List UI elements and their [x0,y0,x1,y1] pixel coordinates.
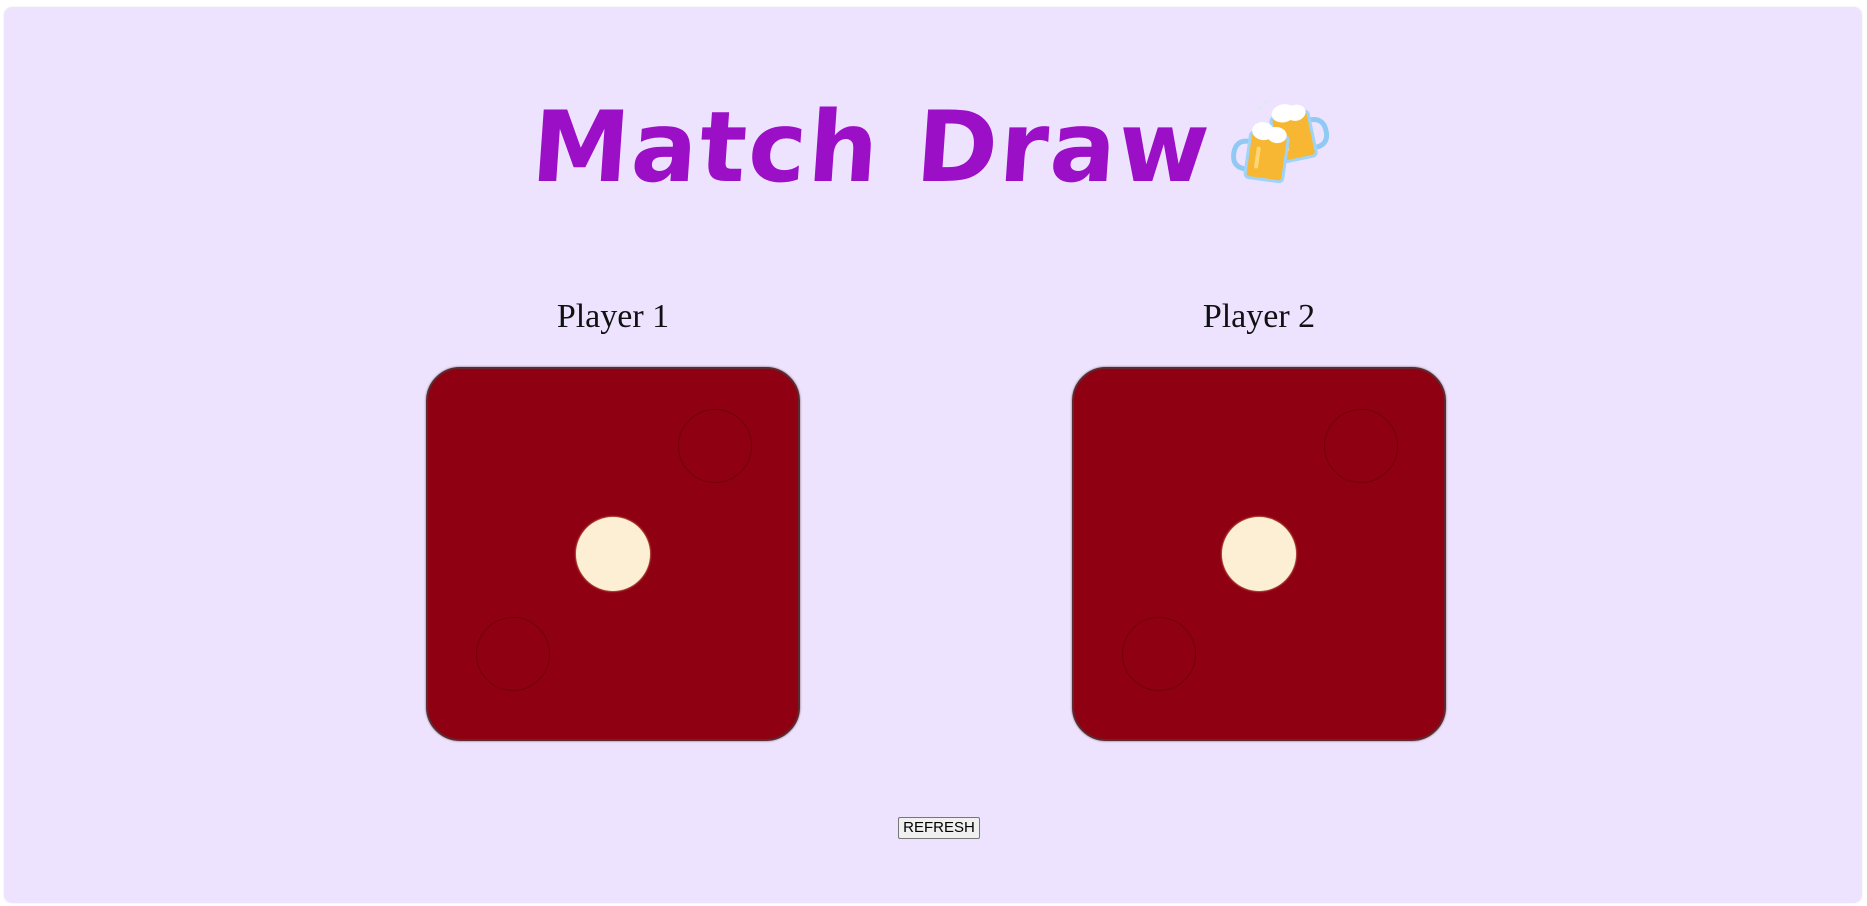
beer-mugs-icon [1230,94,1334,194]
title-row: Match Draw [4,91,1862,219]
player-2-panel: Player 2 [1072,297,1446,741]
player-2-label: Player 2 [1202,298,1316,335]
die-ghost-pip [1324,409,1398,483]
die-ghost-pip [1122,617,1196,691]
die-pip [576,517,650,591]
die-ghost-pip [476,617,550,691]
refresh-button[interactable]: REFRESH [898,817,980,839]
die-pip [1222,517,1296,591]
player-1-panel: Player 1 [426,297,800,741]
player-1-label: Player 1 [556,298,670,335]
player-2-die [1072,367,1446,741]
game-container: Match Draw Player 1 Player 2 REFRESH [4,7,1862,903]
player-1-die [426,367,800,741]
die-ghost-pip [678,409,752,483]
page-title: Match Draw [528,91,1215,205]
